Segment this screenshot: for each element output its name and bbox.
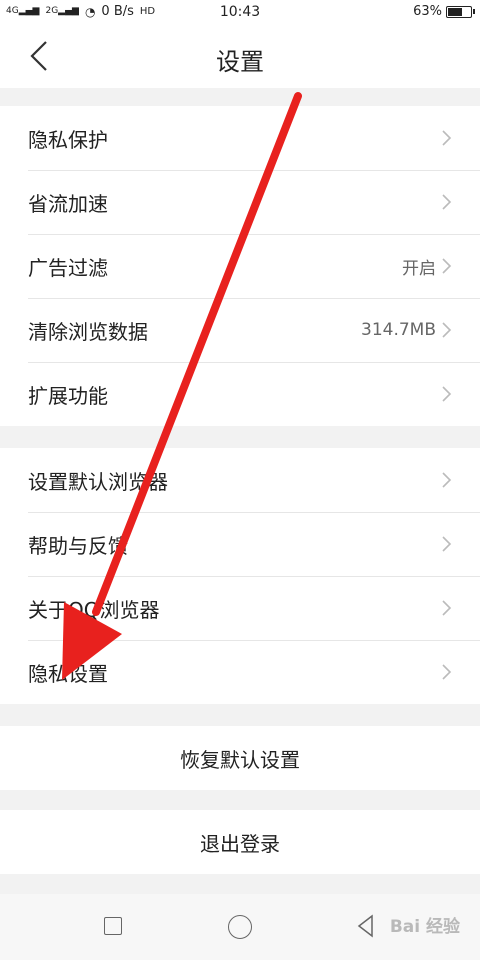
battery-fill: [448, 7, 462, 16]
row-label: 隐私设置: [28, 661, 108, 686]
settings-row[interactable]: 关于QQ浏览器: [0, 576, 480, 640]
logout-button[interactable]: 退出登录: [0, 810, 480, 874]
status-right: 63%: [413, 4, 475, 19]
settings-group-2: 设置默认浏览器 帮助与反馈关于QQ浏览器 隐私设置: [0, 448, 480, 704]
page-title: 设置: [216, 48, 264, 76]
restore-defaults-button[interactable]: 恢复默认设置: [0, 726, 480, 790]
row-label: 隐私保护: [28, 127, 108, 152]
status-bar: 4G▂▄▆ 2G▂▄▆ ◔ 0 B/s HD 10:43 63%: [0, 0, 480, 26]
chevron-right-icon: [442, 130, 452, 146]
settings-row[interactable]: 隐私设置: [0, 640, 480, 704]
settings-row[interactable]: 广告过滤 开启: [0, 234, 480, 298]
settings-row[interactable]: 设置默认浏览器: [0, 448, 480, 512]
row-label: 广告过滤: [28, 255, 108, 280]
header: 设置: [0, 26, 480, 88]
battery-percent: 63%: [413, 4, 442, 19]
system-nav-bar: Bai 经验: [0, 894, 480, 960]
settings-row[interactable]: 帮助与反馈: [0, 512, 480, 576]
chevron-right-icon: [442, 536, 452, 552]
chevron-right-icon: [442, 386, 452, 402]
row-label: 扩展功能: [28, 383, 108, 408]
row-label: 设置默认浏览器: [28, 469, 168, 494]
chevron-right-icon: [442, 258, 452, 274]
row-value: 开启: [402, 258, 436, 279]
chevron-right-icon: [442, 600, 452, 616]
row-label: 关于QQ浏览器: [28, 597, 160, 622]
nav-back-icon[interactable]: [356, 914, 376, 938]
row-label: 帮助与反馈: [28, 533, 128, 558]
row-value: 314.7MB: [361, 320, 436, 340]
clock: 10:43: [219, 4, 261, 20]
watermark-logo: Bai 经验: [389, 917, 460, 937]
chevron-right-icon: [442, 472, 452, 488]
row-label: 清除浏览数据: [28, 319, 148, 344]
chevron-right-icon: [442, 322, 452, 338]
settings-row[interactable]: 省流加速: [0, 170, 480, 234]
row-label: 省流加速: [28, 191, 108, 216]
settings-group-1: 隐私保护省流加速广告过滤 开启清除浏览数据 314.7MB 扩展功能: [0, 106, 480, 426]
settings-row[interactable]: 隐私保护: [0, 106, 480, 170]
battery-icon: [446, 5, 475, 18]
home-icon[interactable]: [228, 915, 252, 939]
recents-icon[interactable]: [104, 917, 122, 935]
chevron-right-icon: [442, 194, 452, 210]
settings-row[interactable]: 清除浏览数据 314.7MB: [0, 298, 480, 362]
settings-row[interactable]: 扩展功能: [0, 362, 480, 426]
chevron-right-icon: [442, 664, 452, 680]
